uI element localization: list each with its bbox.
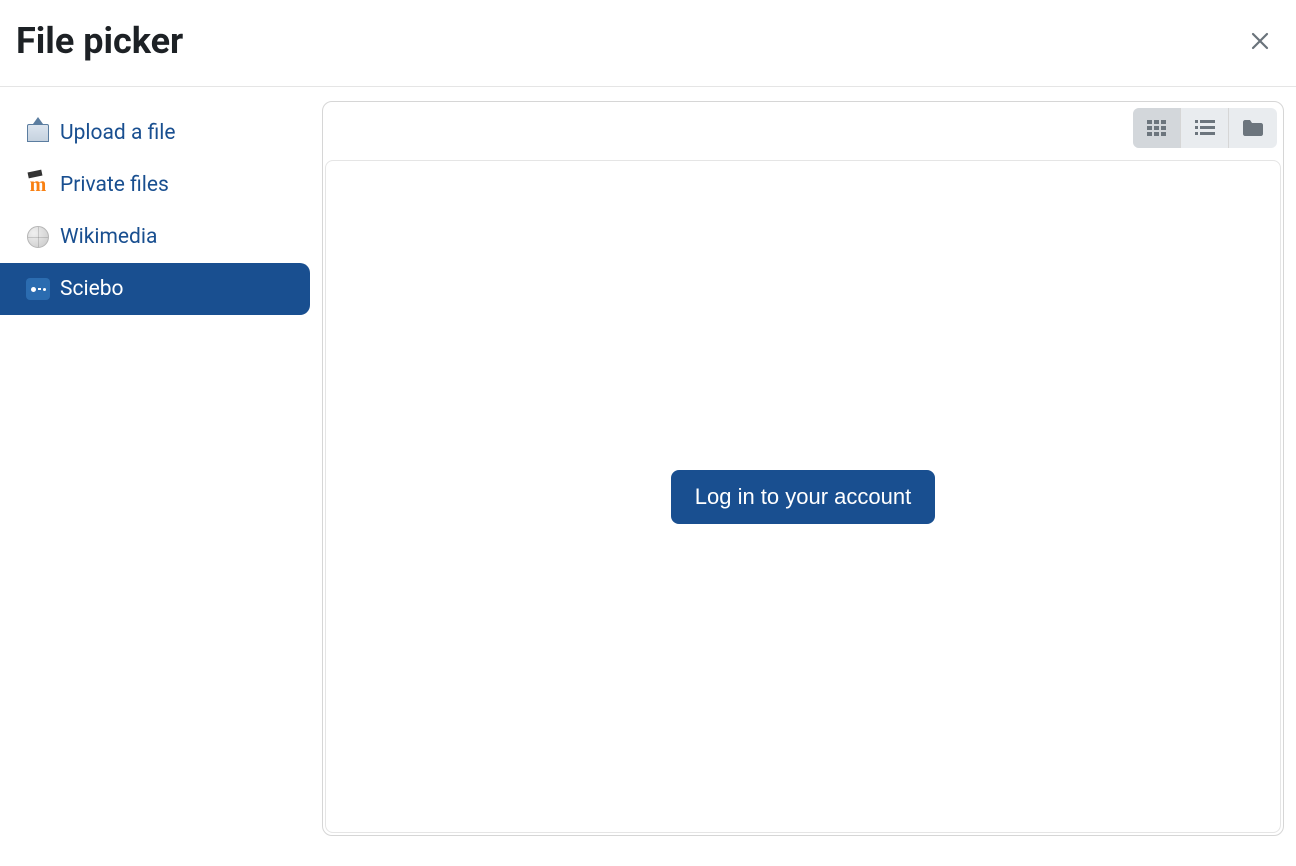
moodle-icon: m xyxy=(26,173,50,197)
folder-icon xyxy=(1243,120,1263,136)
view-icons-button[interactable] xyxy=(1133,108,1181,148)
sidebar-item-upload[interactable]: Upload a file xyxy=(0,107,310,159)
sidebar-item-label: Private files xyxy=(60,173,169,197)
upload-icon xyxy=(26,121,50,145)
repository-sidebar: Upload a file m Private files Wikimedia … xyxy=(0,87,322,856)
content-area: Log in to your account xyxy=(322,87,1296,856)
view-toolbar xyxy=(1133,108,1277,148)
dialog-title: File picker xyxy=(16,20,183,62)
dialog-header: File picker xyxy=(0,0,1296,87)
view-list-button[interactable] xyxy=(1181,108,1229,148)
sciebo-icon xyxy=(26,277,50,301)
login-button[interactable]: Log in to your account xyxy=(671,470,935,524)
sidebar-item-wikimedia[interactable]: Wikimedia xyxy=(0,211,310,263)
grid-icon xyxy=(1147,120,1167,136)
close-icon xyxy=(1250,31,1270,51)
dialog-body: Upload a file m Private files Wikimedia … xyxy=(0,87,1296,856)
sidebar-item-label: Upload a file xyxy=(60,121,175,145)
view-tree-button[interactable] xyxy=(1229,108,1277,148)
close-button[interactable] xyxy=(1240,25,1280,57)
sidebar-item-label: Sciebo xyxy=(60,277,123,301)
content-frame: Log in to your account xyxy=(322,101,1284,836)
sidebar-item-sciebo[interactable]: Sciebo xyxy=(0,263,310,315)
repository-content: Log in to your account xyxy=(325,160,1281,833)
list-icon xyxy=(1195,120,1215,136)
sidebar-item-private-files[interactable]: m Private files xyxy=(0,159,310,211)
wikimedia-icon xyxy=(26,225,50,249)
sidebar-item-label: Wikimedia xyxy=(60,225,157,249)
